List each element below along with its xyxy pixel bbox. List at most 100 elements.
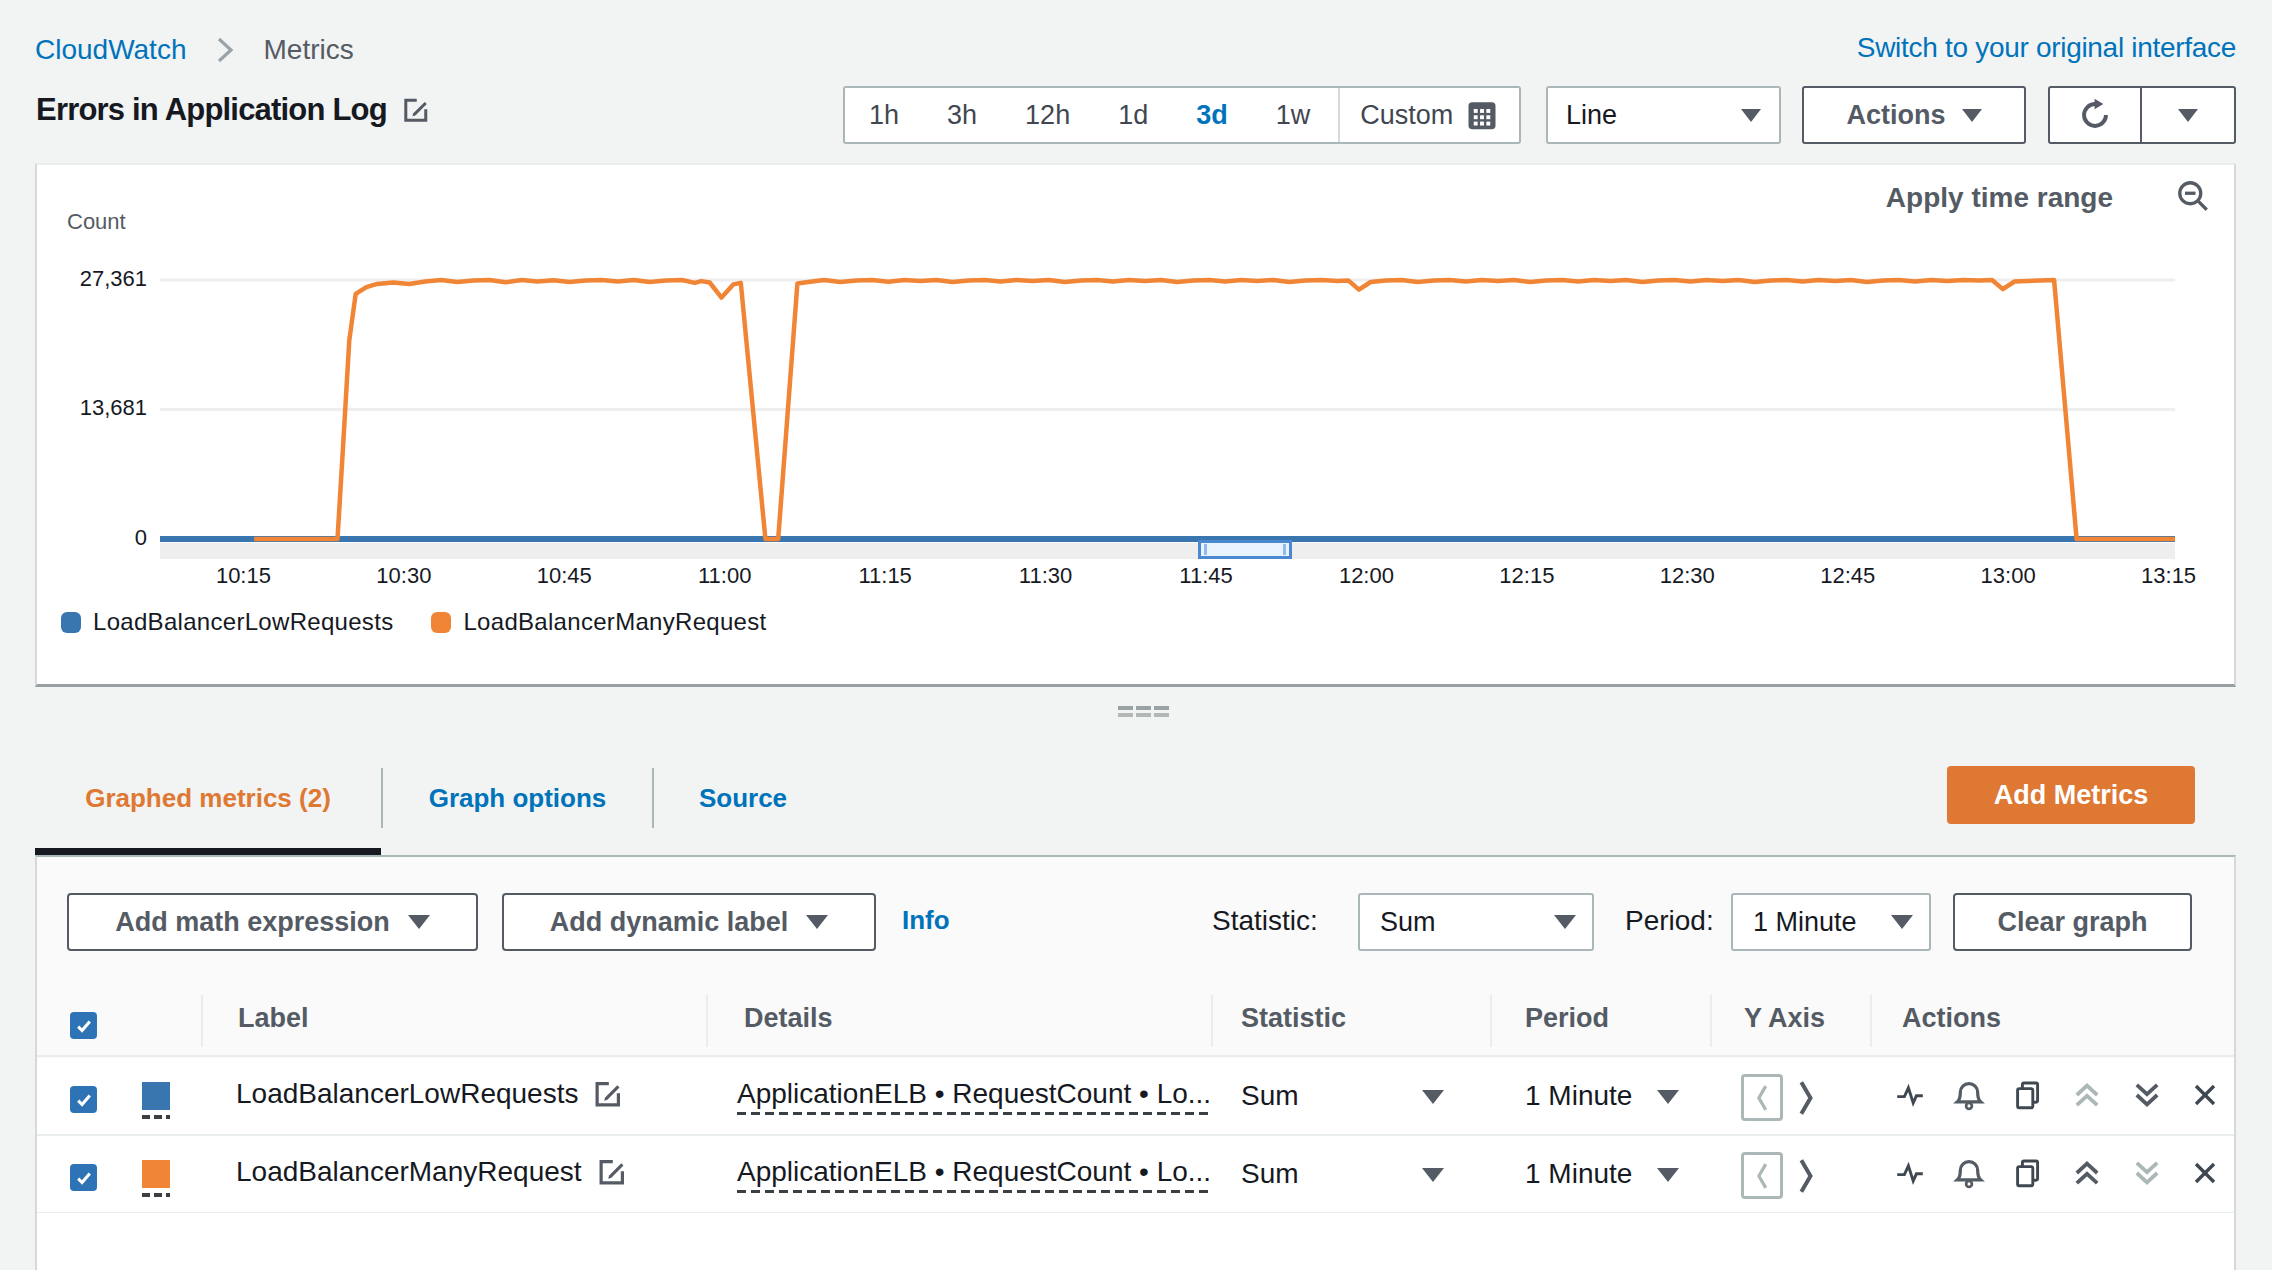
- statistic-value: Sum: [1380, 907, 1436, 938]
- remove-icon[interactable]: [2190, 1158, 2220, 1188]
- y-axis-left-button[interactable]: [1741, 1074, 1783, 1121]
- y-axis-left-button[interactable]: [1741, 1152, 1783, 1199]
- row-statistic-value[interactable]: Sum: [1241, 1158, 1299, 1190]
- period-caret-icon: [1891, 915, 1913, 929]
- chart-legend: LoadBalancerLowRequests LoadBalancerManyR…: [61, 608, 767, 636]
- x-tick-label: 12:30: [1660, 563, 1715, 589]
- refresh-options-button[interactable]: [2142, 88, 2234, 142]
- metric-row: LoadBalancerLowRequests ApplicationELB • …: [37, 1058, 2234, 1136]
- row-details[interactable]: ApplicationELB • RequestCount • Lo...: [737, 1078, 1211, 1115]
- x-tick-label: 10:30: [376, 563, 431, 589]
- calendar-icon: [1467, 99, 1497, 131]
- tab-graph-options[interactable]: Graph options: [383, 783, 652, 814]
- refresh-icon: [2077, 97, 2113, 133]
- x-tick-label: 12:15: [1499, 563, 1554, 589]
- info-link[interactable]: Info: [902, 905, 950, 936]
- duplicate-icon[interactable]: [2012, 1079, 2044, 1111]
- y-tick-label: 0: [37, 525, 147, 551]
- legend-label: LoadBalancerLowRequests: [93, 608, 393, 636]
- timeline-scrub-handle[interactable]: [1198, 540, 1292, 559]
- statistic-caret-icon: [1554, 915, 1576, 929]
- time-range-1w[interactable]: 1w: [1252, 100, 1335, 131]
- row-color-swatch-dash: [142, 1193, 170, 1197]
- time-range-control: 1h 3h 12h 1d 3d 1w Custom: [843, 86, 1521, 144]
- time-range-1d[interactable]: 1d: [1094, 100, 1172, 131]
- remove-icon[interactable]: [2190, 1080, 2220, 1110]
- refresh-button-group: [2048, 86, 2236, 144]
- pulse-icon[interactable]: [1894, 1079, 1926, 1111]
- chart-type-select[interactable]: Line: [1546, 86, 1781, 144]
- add-math-caret-icon: [408, 915, 430, 929]
- row-statistic-caret-icon[interactable]: [1422, 1168, 1444, 1182]
- actions-caret-icon: [1962, 109, 1982, 122]
- x-tick-label: 13:00: [1981, 563, 2036, 589]
- clear-graph-button[interactable]: Clear graph: [1953, 893, 2192, 951]
- statistic-select[interactable]: Sum: [1358, 893, 1594, 951]
- legend-swatch: [61, 612, 81, 633]
- row-color-swatch[interactable]: [142, 1160, 170, 1188]
- switch-interface-link[interactable]: Switch to your original interface: [1857, 32, 2236, 64]
- time-range-1h[interactable]: 1h: [845, 100, 923, 131]
- legend-item[interactable]: LoadBalancerManyRequest: [431, 608, 766, 636]
- chart-panel: Apply time range Count 013,68127,361 10:…: [35, 163, 2236, 687]
- table-header: Label Details Statistic Period Y Axis Ac…: [37, 995, 2234, 1057]
- x-tick-label: 11:45: [1179, 563, 1232, 589]
- add-metrics-button[interactable]: Add Metrics: [1947, 766, 2195, 824]
- time-range-3h[interactable]: 3h: [923, 100, 1001, 131]
- legend-item[interactable]: LoadBalancerLowRequests: [61, 608, 393, 636]
- move-up-icon[interactable]: [2070, 1156, 2104, 1190]
- row-period-value[interactable]: 1 Minute: [1525, 1080, 1632, 1112]
- col-header-period: Period: [1525, 1003, 1609, 1034]
- edit-title-icon[interactable]: [401, 95, 431, 125]
- y-axis-right-button[interactable]: [1788, 1070, 1822, 1125]
- page-title: Errors in Application Log: [36, 92, 387, 128]
- add-math-expression-button[interactable]: Add math expression: [67, 893, 478, 951]
- time-range-3d-selected[interactable]: 3d: [1172, 100, 1252, 131]
- legend-label: LoadBalancerManyRequest: [463, 608, 766, 636]
- row-period-caret-icon[interactable]: [1657, 1168, 1679, 1182]
- chart-type-value: Line: [1566, 100, 1617, 131]
- move-down-icon[interactable]: [2130, 1156, 2164, 1190]
- refresh-button[interactable]: [2050, 88, 2142, 142]
- move-down-icon[interactable]: [2130, 1078, 2164, 1112]
- alarm-bell-icon[interactable]: [1952, 1078, 1986, 1112]
- duplicate-icon[interactable]: [2012, 1157, 2044, 1189]
- row-statistic-caret-icon[interactable]: [1422, 1090, 1444, 1104]
- edit-label-icon[interactable]: [596, 1156, 628, 1188]
- graphed-metrics-panel: Add math expression Add dynamic label In…: [35, 855, 2236, 1270]
- scrub-left-grip: [1204, 544, 1207, 555]
- x-tick-label: 13:15: [2141, 563, 2196, 589]
- col-header-yaxis: Y Axis: [1744, 1003, 1825, 1034]
- row-period-caret-icon[interactable]: [1657, 1090, 1679, 1104]
- table-empty-area: [37, 1213, 2234, 1270]
- edit-label-icon[interactable]: [592, 1078, 624, 1110]
- x-tick-label: 12:45: [1820, 563, 1875, 589]
- breadcrumb-cloudwatch-link[interactable]: CloudWatch: [35, 34, 186, 66]
- axis-band: [160, 543, 2175, 559]
- period-label: Period:: [1625, 905, 1714, 937]
- row-statistic-value[interactable]: Sum: [1241, 1080, 1299, 1112]
- add-dynamic-label-text: Add dynamic label: [550, 907, 789, 938]
- period-select[interactable]: 1 Minute: [1731, 893, 1931, 951]
- col-header-actions: Actions: [1902, 1003, 2001, 1034]
- y-axis-right-button[interactable]: [1788, 1148, 1822, 1203]
- row-color-swatch[interactable]: [142, 1082, 170, 1110]
- row-label: LoadBalancerLowRequests: [236, 1078, 578, 1110]
- row-checkbox[interactable]: [70, 1086, 97, 1113]
- time-range-12h[interactable]: 12h: [1001, 100, 1094, 131]
- row-details[interactable]: ApplicationELB • RequestCount • Lo...: [737, 1156, 1211, 1193]
- add-dynamic-label-button[interactable]: Add dynamic label: [502, 893, 876, 951]
- alarm-bell-icon[interactable]: [1952, 1156, 1986, 1190]
- select-all-checkbox[interactable]: [70, 1012, 97, 1039]
- tab-graphed-metrics[interactable]: Graphed metrics (2): [35, 783, 381, 814]
- chart-plot[interactable]: [37, 165, 2234, 679]
- tab-source[interactable]: Source: [654, 783, 832, 814]
- pulse-icon[interactable]: [1894, 1157, 1926, 1189]
- panel-resize-handle[interactable]: [1118, 706, 1170, 720]
- time-range-custom[interactable]: Custom: [1340, 99, 1511, 131]
- row-period-value[interactable]: 1 Minute: [1525, 1158, 1632, 1190]
- metric-row: LoadBalancerManyRequestApplicationELB • …: [37, 1136, 2234, 1214]
- actions-button[interactable]: Actions: [1802, 86, 2026, 144]
- row-checkbox[interactable]: [70, 1164, 97, 1191]
- move-up-icon[interactable]: [2070, 1078, 2104, 1112]
